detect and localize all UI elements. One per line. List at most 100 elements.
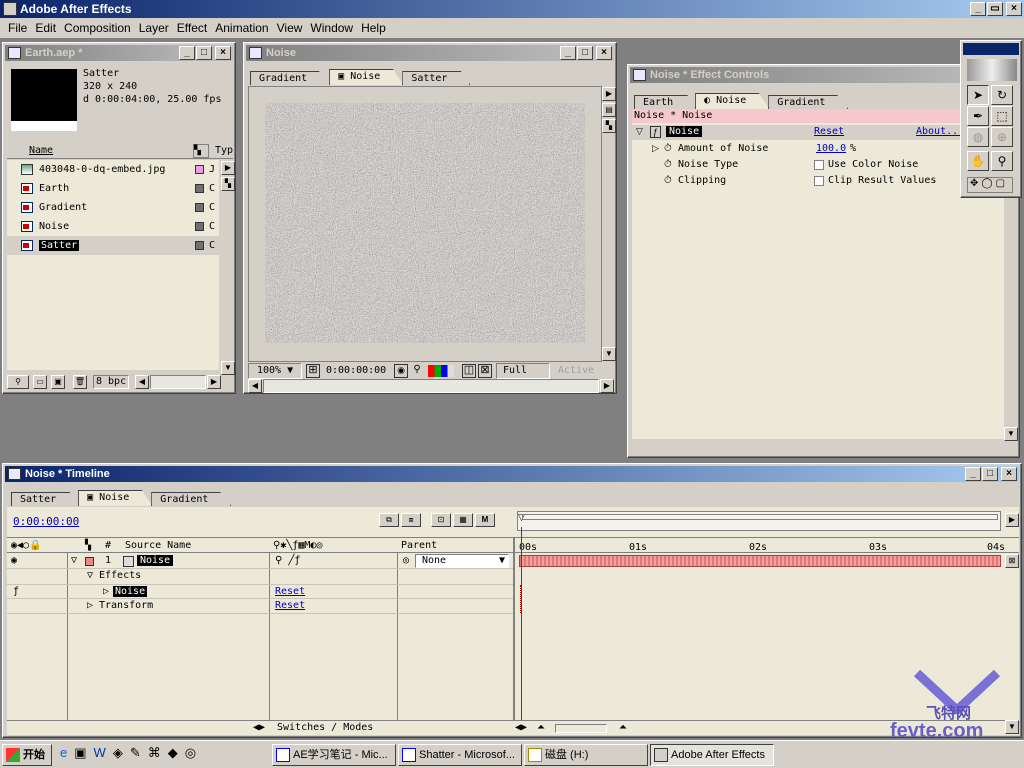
layer-bar-end-icon[interactable]: ⊠ xyxy=(1005,554,1019,568)
menu-composition[interactable]: Composition xyxy=(60,21,135,35)
pickwhip-icon[interactable]: ◎ xyxy=(403,555,409,566)
menu-edit[interactable]: Edit xyxy=(31,21,60,35)
stopwatch-icon[interactable]: ⏱ xyxy=(664,143,672,154)
restore-button[interactable]: ▭ xyxy=(987,2,1003,16)
snapshot-icon[interactable]: ◉ xyxy=(394,364,408,378)
menu-help[interactable]: Help xyxy=(357,21,390,35)
pan-behind-tool-icon[interactable]: ⊕ xyxy=(991,127,1013,147)
draft-3d-button[interactable]: ⊡ xyxy=(431,513,451,527)
flowchart-icon[interactable]: ▚ xyxy=(221,177,235,191)
scroll-left-button[interactable]: ◀ xyxy=(135,375,149,389)
effect-toggle-icon[interactable]: ƒ xyxy=(13,586,19,597)
table-row[interactable]: ▽ Effects xyxy=(7,569,513,584)
menu-layer[interactable]: Layer xyxy=(135,21,173,35)
tab-satter[interactable]: Satter xyxy=(11,492,80,506)
timeline-close-button[interactable]: × xyxy=(1001,467,1017,481)
app-icon[interactable]: ◈ xyxy=(113,745,130,760)
switches-modes-toggle[interactable]: Switches / Modes xyxy=(277,722,373,733)
comp-maximize-button[interactable]: □ xyxy=(577,46,593,60)
zoom-tool-icon[interactable]: ⚲ xyxy=(991,151,1013,171)
comp-scroll-right-button[interactable]: ▶ xyxy=(600,379,614,393)
parent-select[interactable]: None ▼ xyxy=(415,554,509,568)
word-icon[interactable]: W xyxy=(94,745,113,760)
layer-label-swatch[interactable] xyxy=(85,557,94,566)
about-link[interactable]: About... xyxy=(916,126,964,137)
app-icon[interactable]: ⌘ xyxy=(148,745,168,760)
time-zoom-slider[interactable] xyxy=(555,724,607,733)
axis-mode-icons[interactable]: ✥◯▢ xyxy=(967,177,1013,193)
expand-triangle-icon[interactable]: ▽ xyxy=(71,555,77,566)
tab-earth[interactable]: Earth xyxy=(634,95,697,109)
expand-columns-icon[interactable]: ◀▶ xyxy=(253,722,265,733)
table-row[interactable]: ◉ ▽ 1 Noise ⚲ ╱ƒ ◎ None ▼ xyxy=(7,554,513,569)
reset-link[interactable]: Reset xyxy=(275,586,305,597)
resolution-select[interactable]: Full ▼ xyxy=(496,363,550,390)
timeline-scroll-icon[interactable]: ◀▶ xyxy=(515,722,527,733)
live-update-button[interactable]: ⧈ xyxy=(401,513,421,527)
layer-name[interactable]: Noise xyxy=(137,555,174,566)
stopwatch-icon[interactable]: ⏱ xyxy=(664,159,672,170)
magnification-select[interactable]: 100% ▼ xyxy=(248,363,302,379)
list-item[interactable]: Gradient xyxy=(7,198,221,217)
comp-scroll-up-button[interactable]: ▶ xyxy=(602,87,616,101)
layer-duration-bar[interactable] xyxy=(519,555,1001,567)
work-area-bar[interactable]: ▽ xyxy=(517,511,1001,531)
project-minimize-button[interactable]: _ xyxy=(179,46,195,60)
expand-triangle-icon[interactable]: ▽ xyxy=(87,570,93,581)
column-source-name[interactable]: Source Name xyxy=(125,540,191,551)
scroll-right-button[interactable]: ▶ xyxy=(207,375,221,389)
pen-tool-icon[interactable]: ✒ xyxy=(967,106,989,126)
timeline-current-time[interactable]: 0:00:00:00 xyxy=(13,515,79,528)
menu-effect[interactable]: Effect xyxy=(173,21,211,35)
effect-row[interactable]: ▽ ƒ Noise Reset About... xyxy=(632,125,1004,140)
table-row[interactable]: ƒ ▷ Noise Reset xyxy=(7,584,513,599)
comp-menu-icon[interactable]: ▤ xyxy=(602,103,616,117)
camera-tool-icon[interactable]: ◍ xyxy=(967,127,989,147)
menu-window[interactable]: Window xyxy=(306,21,357,35)
list-item[interactable]: Noise xyxy=(7,217,221,236)
comp-minimize-button[interactable]: _ xyxy=(560,46,576,60)
hand-tool-icon[interactable]: ✋ xyxy=(967,151,989,171)
reset-link[interactable]: Reset xyxy=(814,126,844,137)
expand-triangle-icon[interactable]: ▽ xyxy=(636,126,643,137)
layer-switches[interactable]: ⚲ ╱ƒ xyxy=(275,555,300,566)
mask-tool-icon[interactable]: ⬚ xyxy=(991,106,1013,126)
timeline-maximize-button[interactable]: □ xyxy=(982,467,998,481)
horizontal-scrollbar[interactable] xyxy=(150,375,206,389)
menu-file[interactable]: File xyxy=(4,21,31,35)
project-close-button[interactable]: × xyxy=(215,46,231,60)
comp-flowchart-icon[interactable]: ▚ xyxy=(602,119,616,133)
stopwatch-icon[interactable]: ⏱ xyxy=(664,175,672,186)
taskbar-item[interactable]: Shatter - Microsof... xyxy=(398,744,522,766)
menu-view[interactable]: View xyxy=(273,21,307,35)
ie-icon[interactable]: e xyxy=(60,745,74,760)
trash-icon[interactable]: 🗑 xyxy=(73,375,87,389)
rgb-channels-icon[interactable] xyxy=(428,365,454,377)
menu-animation[interactable]: Animation xyxy=(211,21,272,35)
frame-blending-button[interactable]: ▦ xyxy=(453,513,473,527)
desktop-icon[interactable]: ▣ xyxy=(74,745,93,760)
column-type[interactable]: Typ xyxy=(215,145,233,156)
tab-gradient[interactable]: Gradient xyxy=(151,492,232,506)
find-icon[interactable]: ⚲ xyxy=(7,375,29,389)
taskbar-item[interactable]: AE学习笔记 - Mic... xyxy=(272,744,396,766)
show-snapshot-icon[interactable]: ⚲ xyxy=(410,364,424,378)
list-item[interactable]: Satter xyxy=(7,236,221,255)
expand-triangle-icon[interactable]: ▷ xyxy=(87,600,93,611)
rotation-tool-icon[interactable]: ↻ xyxy=(991,85,1013,105)
taskbar-item[interactable]: Adobe After Effects xyxy=(650,744,774,766)
region-of-interest-icon[interactable]: ◫ xyxy=(462,364,476,378)
app-icon[interactable]: ✎ xyxy=(130,745,148,760)
timeline-scroll-right-button[interactable]: ▶ xyxy=(1005,513,1019,527)
transparency-grid-icon[interactable]: ⊠ xyxy=(478,364,492,378)
tab-noise[interactable]: ▣ Noise xyxy=(78,490,153,506)
list-item[interactable]: Earth xyxy=(7,179,221,198)
eye-icon[interactable]: ◉ xyxy=(11,555,17,566)
app-icon[interactable]: ◎ xyxy=(185,745,203,760)
project-scroll-right-button[interactable]: ▶ xyxy=(221,161,235,175)
zoom-in-icon[interactable]: ⏶ xyxy=(619,722,627,733)
start-button[interactable]: 开始 xyxy=(2,744,52,766)
bpc-toggle[interactable]: 8 bpc xyxy=(93,375,130,389)
list-item[interactable]: 403048-0-dq-embed.jpg xyxy=(7,160,221,179)
close-button[interactable]: × xyxy=(1006,2,1022,16)
